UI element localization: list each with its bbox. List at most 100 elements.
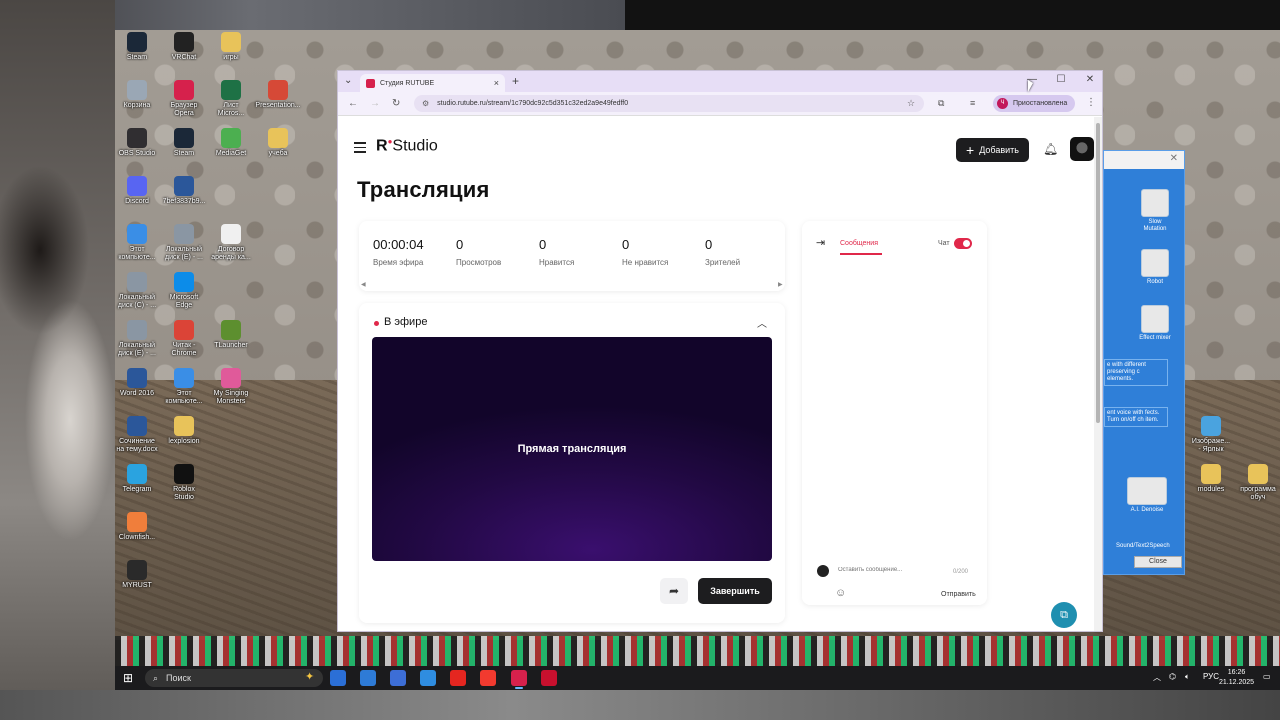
desktop-icon[interactable]: Лист Micros... bbox=[206, 80, 256, 118]
extensions-icon[interactable]: ⧉ bbox=[938, 98, 944, 109]
folder-icon bbox=[174, 416, 194, 436]
desktop-icon[interactable]: MYRUST bbox=[112, 560, 162, 590]
language-indicator[interactable]: РУС bbox=[1203, 672, 1219, 681]
help-chat-button[interactable]: ⧉ bbox=[1051, 602, 1077, 628]
desktop-icon[interactable]: Локальный диск (C) - ... bbox=[112, 272, 162, 310]
plugin-tile[interactable]: Robot bbox=[1136, 249, 1174, 286]
rutube-studio-logo[interactable]: R●Studio bbox=[376, 137, 438, 155]
clock[interactable]: 16:26 21.12.2025 bbox=[1219, 668, 1254, 688]
chrome-icon[interactable] bbox=[511, 670, 527, 689]
desktop-icon[interactable]: Clownfish... bbox=[112, 512, 162, 542]
share-button[interactable]: ➦ bbox=[660, 578, 688, 604]
add-button[interactable]: + Добавить bbox=[956, 138, 1029, 162]
desktop-icon[interactable]: Сочинение на тему.docx bbox=[112, 416, 162, 454]
desktop-icon[interactable]: Presentation... bbox=[253, 80, 303, 110]
taskbar-search[interactable]: ⌕ Поиск ✦ bbox=[145, 669, 323, 687]
desktop-icon[interactable]: VRChat bbox=[159, 32, 209, 62]
desktop-icon[interactable]: Roblox Studio bbox=[159, 464, 209, 502]
opera-icon[interactable] bbox=[541, 670, 557, 686]
desktop-icon[interactable]: MediaGet bbox=[206, 128, 256, 158]
network-icon[interactable]: ⌬ bbox=[1169, 672, 1176, 681]
chat-toggle[interactable] bbox=[954, 238, 972, 249]
desktop-icon[interactable]: Word 2016 bbox=[112, 368, 162, 398]
desktop-icon[interactable]: OBS Studio bbox=[112, 128, 162, 158]
search-highlight-icon: ✦ bbox=[305, 671, 315, 683]
profile-button[interactable]: Ч Приостановлена bbox=[993, 95, 1075, 112]
desktop-icon[interactable]: Корзина bbox=[112, 80, 162, 110]
close-icon[interactable]: ✕ bbox=[1170, 153, 1178, 164]
send-button[interactable]: Отправить bbox=[941, 591, 976, 598]
close-button[interactable]: Close bbox=[1134, 556, 1182, 568]
windows-start-icon[interactable]: ⊞ bbox=[123, 671, 133, 685]
vscode-icon[interactable] bbox=[330, 670, 346, 686]
desktop-icon[interactable]: Steam bbox=[112, 32, 162, 62]
stat-label: Не нравится bbox=[622, 258, 669, 267]
menu-icon[interactable] bbox=[354, 142, 366, 156]
scrollbar-thumb[interactable] bbox=[1096, 123, 1100, 423]
notifications-bell-icon[interactable]: 🔔︎ bbox=[1043, 142, 1058, 156]
scroll-right-icon[interactable]: ▶ bbox=[778, 281, 783, 288]
notifications-icon[interactable]: ▭ bbox=[1263, 672, 1271, 681]
desktop-icon[interactable]: 7bef3837b9... bbox=[159, 176, 209, 206]
browser-menu-icon[interactable]: ⋮ bbox=[1086, 97, 1096, 108]
desktop-icon[interactable]: Договор аренды ка... bbox=[206, 224, 256, 262]
chevron-up-icon[interactable]: ︿ bbox=[757, 315, 767, 330]
desktop-icon[interactable]: Локальный диск (E) - ... bbox=[112, 320, 162, 358]
desktop-icon[interactable]: Этот компьюте... bbox=[112, 224, 162, 262]
yandex-browser-icon[interactable] bbox=[480, 670, 496, 686]
desktop-icon[interactable]: Microsoft Edge bbox=[159, 272, 209, 310]
close-icon[interactable]: × bbox=[494, 78, 499, 88]
desktop-icon[interactable]: Читак - Chrome bbox=[159, 320, 209, 358]
desktop-icon[interactable]: Telegram bbox=[112, 464, 162, 494]
scroll-left-icon[interactable]: ◀ bbox=[361, 281, 366, 288]
store-icon[interactable] bbox=[390, 670, 406, 686]
close-window-icon[interactable]: ✕ bbox=[1080, 74, 1100, 85]
new-tab-icon[interactable]: + bbox=[512, 74, 519, 88]
voice-changer-window[interactable]: ✕ Slow Mutation Robot Effect mixer e wit… bbox=[1103, 150, 1185, 575]
tab-rutube-studio[interactable]: Студия RUTUBE × bbox=[360, 74, 505, 92]
desktop-icon[interactable]: Изображе... - Ярлык bbox=[1186, 416, 1236, 454]
volume-icon[interactable]: 🔈︎ bbox=[1185, 672, 1190, 682]
desktop-icon[interactable]: TLauncher bbox=[206, 320, 256, 350]
chrome-app-icon bbox=[268, 80, 288, 100]
bookmark-star-icon[interactable]: ☆ bbox=[907, 98, 915, 109]
user-avatar[interactable] bbox=[1070, 137, 1094, 161]
desktop-icon[interactable]: Локальный диск (E) - ... bbox=[159, 224, 209, 262]
reload-icon[interactable]: ↻ bbox=[392, 98, 400, 109]
maximize-icon[interactable]: ☐ bbox=[1051, 74, 1071, 85]
tab-search-icon[interactable]: ⌄ bbox=[344, 75, 352, 86]
plugin-tile[interactable]: Effect mixer bbox=[1136, 305, 1174, 342]
stream-player[interactable]: Прямая трансляция bbox=[372, 337, 772, 561]
desktop-icon[interactable]: modules bbox=[1186, 464, 1236, 494]
collapse-panel-icon[interactable]: ⇥ bbox=[816, 236, 825, 249]
site-info-icon[interactable]: ⚙ bbox=[422, 99, 429, 108]
obs-icon bbox=[127, 128, 147, 148]
window-icon[interactable] bbox=[420, 670, 436, 686]
desktop-icon-label: TLauncher bbox=[214, 342, 248, 349]
desktop-icon[interactable]: учеба bbox=[253, 128, 303, 158]
logo-letter: R bbox=[376, 137, 388, 155]
desktop-icon[interactable]: My Singing Monsters bbox=[206, 368, 256, 406]
emoji-icon[interactable]: ☺ bbox=[835, 587, 846, 599]
desktop-icon[interactable]: Браузер Opera bbox=[159, 80, 209, 118]
desktop-icon[interactable]: Steam bbox=[159, 128, 209, 158]
page-scrollbar[interactable] bbox=[1094, 117, 1102, 631]
tray-chevron-up-icon[interactable]: ︿ bbox=[1153, 672, 1161, 683]
desktop-icon[interactable]: Этот компьюте... bbox=[159, 368, 209, 406]
desktop-icon[interactable]: игры bbox=[206, 32, 256, 62]
yandex-icon[interactable] bbox=[450, 670, 466, 686]
stat-airtime: 00:00:04 Время эфира bbox=[373, 237, 424, 267]
end-stream-button[interactable]: Завершить bbox=[698, 578, 772, 604]
media-controls-icon[interactable]: ≡ bbox=[970, 98, 975, 108]
chat-message-input[interactable] bbox=[838, 567, 938, 573]
tab-messages[interactable]: Сообщения bbox=[840, 240, 878, 247]
forward-icon[interactable]: → bbox=[370, 98, 380, 109]
back-icon[interactable]: ← bbox=[348, 98, 358, 109]
desktop-icon[interactable]: программа обуч bbox=[1233, 464, 1280, 502]
plugin-tile[interactable]: A.I. Denoise bbox=[1124, 477, 1170, 514]
desktop-icon[interactable]: Discord bbox=[112, 176, 162, 206]
file-explorer-icon[interactable] bbox=[360, 670, 376, 686]
desktop-icon[interactable]: lexplosion bbox=[159, 416, 209, 446]
plugin-tile[interactable]: Slow Mutation bbox=[1136, 189, 1174, 233]
url-input[interactable]: ⚙ studio.rutube.ru/stream/1c790dc92c5d35… bbox=[414, 95, 924, 112]
